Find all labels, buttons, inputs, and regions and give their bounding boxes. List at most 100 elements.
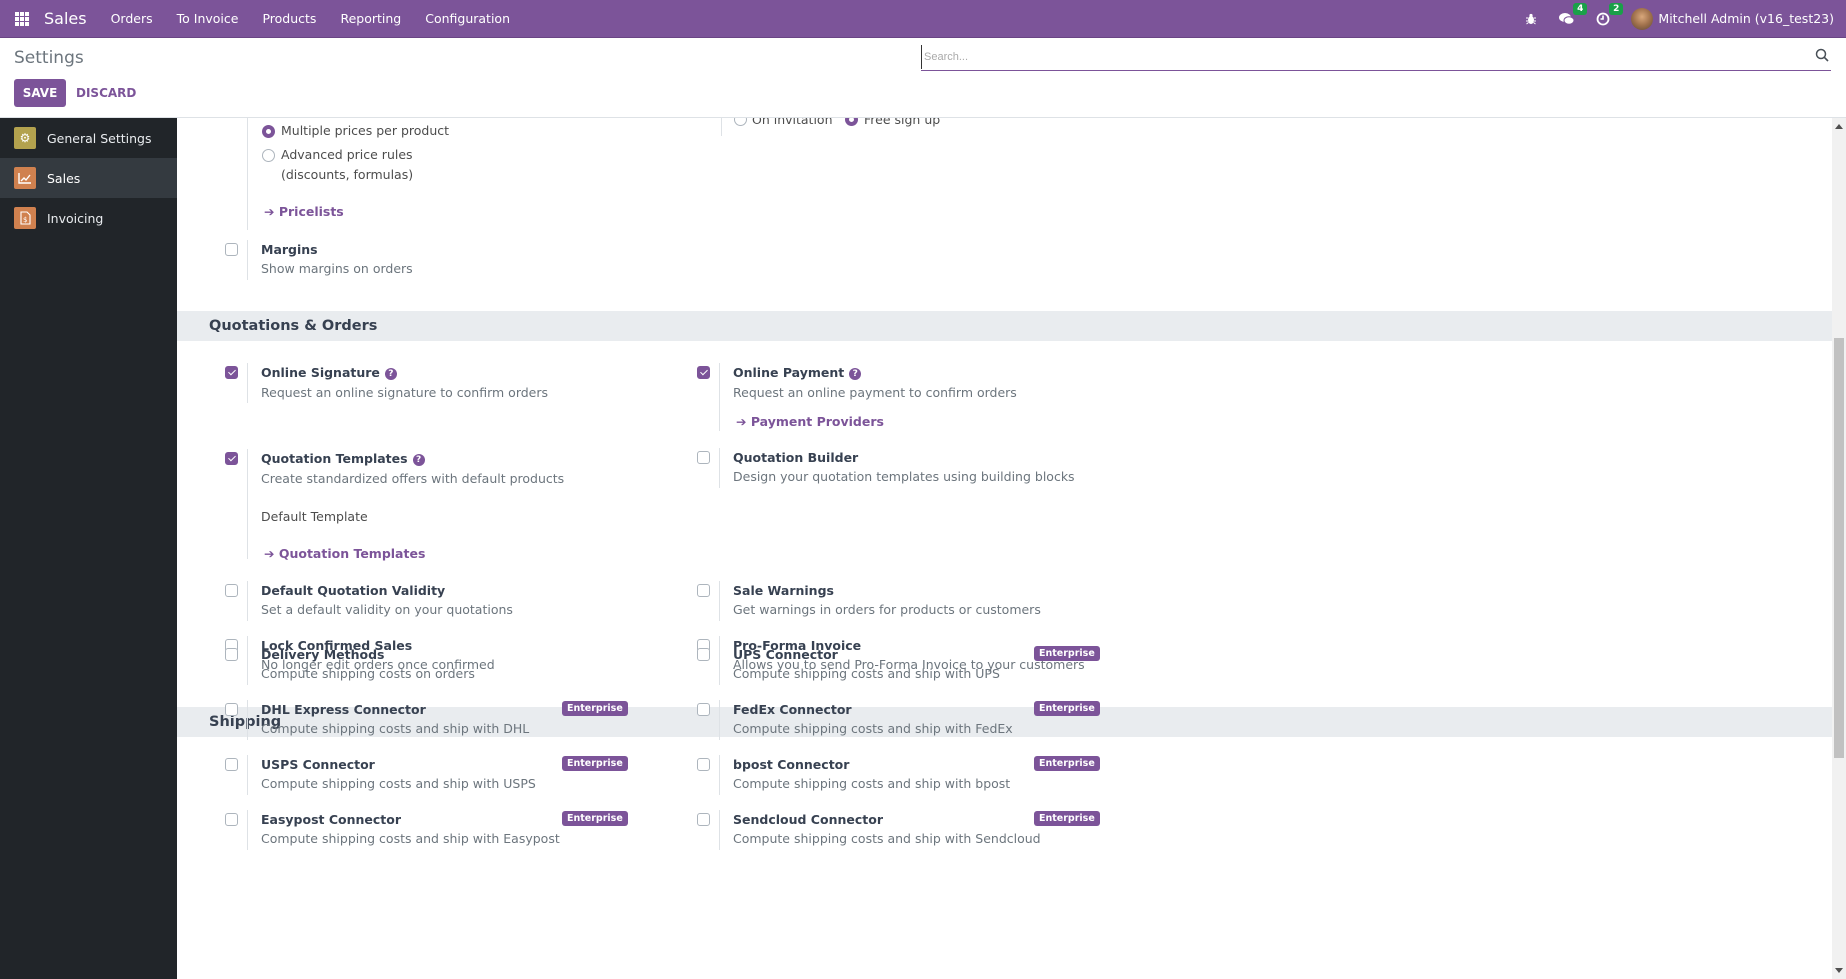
search-input[interactable]	[921, 45, 1801, 69]
sidebar-item-sales[interactable]: Sales	[0, 158, 177, 198]
scroll-down-arrow-icon[interactable]	[1835, 968, 1843, 973]
dhl-express-connector-checkbox[interactable]	[225, 703, 238, 716]
sidebar-item-label: General Settings	[47, 130, 152, 146]
enterprise-badge: Enterprise	[562, 756, 628, 771]
discard-button[interactable]: DISCARD	[76, 79, 136, 107]
menu-configuration[interactable]: Configuration	[425, 11, 510, 26]
divider	[247, 449, 248, 559]
save-button[interactable]: SAVE	[14, 79, 66, 107]
activities-clock-icon[interactable]: 2	[1595, 2, 1624, 27]
pricelists-link[interactable]: ➔ Pricelists	[264, 204, 344, 219]
divider	[719, 755, 720, 795]
online-signature-desc: Request an online signature to confirm o…	[261, 385, 549, 400]
content-scrollbar[interactable]	[1832, 118, 1846, 979]
debug-bug-icon[interactable]	[1523, 11, 1539, 27]
delivery-methods-checkbox[interactable]	[225, 648, 238, 661]
menu-to-invoice[interactable]: To Invoice	[177, 11, 239, 26]
divider	[247, 240, 248, 280]
radio-advanced-rules-sublabel: (discounts, formulas)	[281, 167, 414, 182]
sale-warnings-checkbox[interactable]	[697, 584, 710, 597]
easypost-connector-desc: Compute shipping costs and ship with Eas…	[261, 831, 560, 846]
user-menu[interactable]: Mitchell Admin (v16_test23)	[1658, 11, 1834, 26]
online-signature-checkbox[interactable]	[225, 366, 238, 379]
radio-free-signup[interactable]	[845, 118, 858, 126]
sale-warnings-desc: Get warnings in orders for products or c…	[733, 602, 1041, 617]
chart-icon	[14, 167, 36, 189]
payment-providers-link[interactable]: ➔ Payment Providers	[736, 414, 884, 429]
activities-badge: 2	[1609, 2, 1624, 15]
sendcloud-connector-checkbox[interactable]	[697, 813, 710, 826]
bpost-connector-checkbox[interactable]	[697, 758, 710, 771]
divider	[719, 810, 720, 850]
quotation-templates-title-text: Quotation Templates	[261, 451, 408, 466]
divider	[247, 581, 248, 621]
quotation-templates-checkbox[interactable]	[225, 452, 238, 465]
sidebar-item-label: Sales	[47, 170, 81, 186]
help-icon[interactable]: ?	[412, 454, 425, 466]
radio-multiple-prices[interactable]	[262, 125, 275, 138]
sidebar-item-general-settings[interactable]: ⚙ General Settings	[0, 118, 177, 158]
divider	[719, 700, 720, 740]
gear-icon: ⚙	[14, 127, 36, 149]
apps-menu-icon[interactable]	[15, 11, 29, 26]
bpost-connector-title: bpost Connector	[733, 757, 850, 772]
radio-multiple-prices-label: Multiple prices per product	[281, 123, 450, 138]
dhl-express-connector-desc: Compute shipping costs and ship with DHL	[261, 721, 530, 736]
radio-on-invitation[interactable]	[734, 118, 747, 126]
default-validity-checkbox[interactable]	[225, 584, 238, 597]
radio-advanced-rules[interactable]	[262, 149, 275, 162]
help-icon[interactable]: ?	[849, 368, 862, 380]
search-icon[interactable]	[1815, 48, 1829, 62]
quotation-builder-checkbox[interactable]	[697, 451, 710, 464]
ups-connector-title: UPS Connector	[733, 647, 838, 662]
divider	[719, 645, 720, 685]
easypost-connector-title: Easypost Connector	[261, 812, 402, 827]
section-quotations-orders: Quotations & Orders	[177, 311, 1832, 341]
enterprise-badge: Enterprise	[562, 701, 628, 716]
help-icon[interactable]: ?	[384, 368, 397, 380]
fedex-connector-checkbox[interactable]	[697, 703, 710, 716]
menu-reporting[interactable]: Reporting	[340, 11, 401, 26]
divider	[247, 118, 248, 230]
usps-connector-desc: Compute shipping costs and ship with USP…	[261, 776, 536, 791]
enterprise-badge: Enterprise	[1034, 811, 1100, 826]
divider	[247, 755, 248, 795]
svg-text:$: $	[23, 216, 27, 224]
margins-title: Margins	[261, 242, 318, 257]
online-payment-desc: Request an online payment to confirm ord…	[733, 385, 1017, 400]
messages-icon[interactable]: 4	[1559, 2, 1588, 27]
messages-badge: 4	[1573, 2, 1588, 15]
default-template-label: Default Template	[261, 509, 368, 524]
divider	[721, 118, 722, 136]
default-validity-desc: Set a default validity on your quotation…	[261, 602, 513, 617]
fedex-connector-desc: Compute shipping costs and ship with Fed…	[733, 721, 1013, 736]
divider	[247, 700, 248, 740]
delivery-methods-title: Delivery Methods	[261, 647, 385, 662]
online-payment-checkbox[interactable]	[697, 366, 710, 379]
online-payment-title: Online Payment?	[733, 365, 862, 380]
margins-checkbox[interactable]	[225, 243, 238, 256]
enterprise-badge: Enterprise	[1034, 756, 1100, 771]
scroll-up-arrow-icon[interactable]	[1835, 124, 1843, 129]
fedex-connector-title: FedEx Connector	[733, 702, 852, 717]
usps-connector-checkbox[interactable]	[225, 758, 238, 771]
divider	[719, 363, 720, 431]
divider	[247, 363, 248, 403]
top-navbar: Sales Orders To Invoice Products Reporti…	[0, 0, 1846, 38]
radio-free-signup-label: Free sign up	[864, 118, 941, 127]
settings-content: Multiple prices per product Advanced pri…	[177, 118, 1832, 979]
sidebar-item-invoicing[interactable]: $ Invoicing	[0, 198, 177, 238]
radio-advanced-rules-label: Advanced price rules	[281, 147, 413, 162]
menu-orders[interactable]: Orders	[111, 11, 153, 26]
user-avatar[interactable]	[1631, 7, 1654, 30]
app-brand[interactable]: Sales	[44, 9, 87, 28]
menu-products[interactable]: Products	[262, 11, 316, 26]
systray: 4 2 Mitchell Admin (v16_test23)	[1523, 0, 1846, 38]
easypost-connector-checkbox[interactable]	[225, 813, 238, 826]
enterprise-badge: Enterprise	[1034, 701, 1100, 716]
ups-connector-checkbox[interactable]	[697, 648, 710, 661]
pricelists-link-label: Pricelists	[278, 204, 344, 219]
default-validity-title: Default Quotation Validity	[261, 583, 446, 598]
scrollbar-thumb[interactable]	[1834, 338, 1844, 758]
quotation-templates-link[interactable]: ➔ Quotation Templates	[264, 546, 425, 561]
